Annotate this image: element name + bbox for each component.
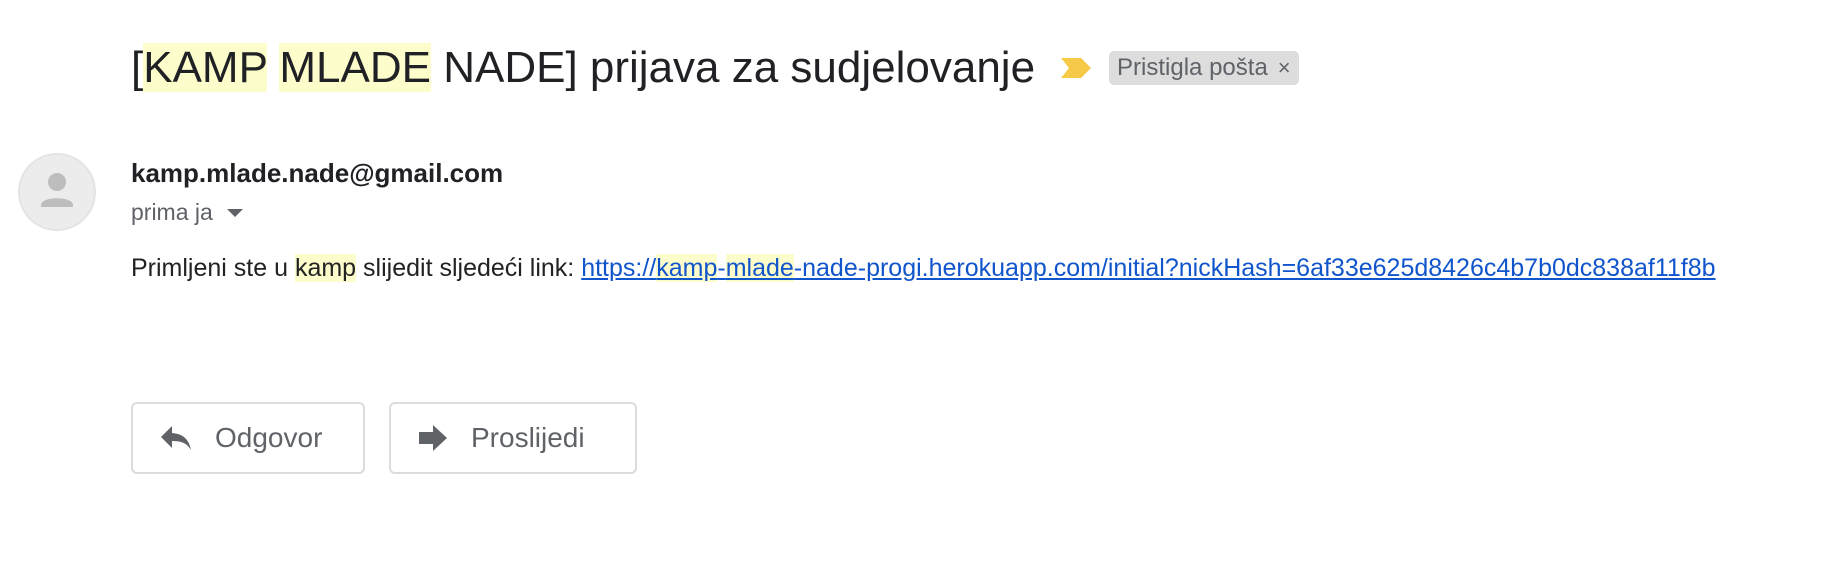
link-text: -nade-progi.herokuapp.com/initial?nickHa… [793,254,1716,282]
link-highlight: mlade [725,254,794,282]
sender-avatar[interactable] [18,153,96,231]
reply-button[interactable]: Odgovor [131,402,365,474]
email-subject: [KAMP MLADE NADE] prijava za sudjelovanj… [131,38,1035,98]
body-text: slijedit sljedeći link: [356,254,582,282]
subject-text: [ [131,43,144,92]
reply-icon [161,426,191,450]
label-chip-inbox[interactable]: Pristigla pošta × [1109,51,1299,85]
avatar-person-icon [41,173,73,207]
body-text: Primljeni ste u [131,254,295,282]
link-text: https:// [581,254,657,282]
label-text: Pristigla pošta [1117,54,1268,81]
message-body: Primljeni ste u kamp slijedit sljedeći l… [131,254,1716,283]
sender-email[interactable]: kamp.mlade.nade@gmail.com [131,158,503,189]
recipient-line[interactable]: prima ja [131,199,243,226]
body-highlight: kamp [294,254,357,282]
subject-text: NADE] prijava za sudjelovanje [430,43,1036,92]
link-text: - [717,254,726,282]
reply-label: Odgovor [215,422,323,453]
email-view: [KAMP MLADE NADE] prijava za sudjelovanj… [0,0,1832,574]
link-highlight: kamp [656,254,718,282]
forward-button[interactable]: Proslijedi [389,402,637,474]
importance-marker-icon[interactable] [1059,56,1093,80]
label-close-icon[interactable]: × [1278,57,1291,79]
message-actions: Odgovor Proslijedi [131,402,637,474]
forward-label: Proslijedi [471,422,585,453]
forward-icon [419,425,447,451]
subject-highlight: MLADE [279,43,431,92]
subject-text [267,43,279,92]
subject-highlight: KAMP [143,43,268,92]
message-link[interactable]: https://kamp-mlade-nade-progi.herokuapp.… [581,254,1716,282]
caret-down-icon[interactable] [226,208,243,217]
recipient-text: prima ja [131,199,213,225]
subject-row: [KAMP MLADE NADE] prijava za sudjelovanj… [131,38,1299,98]
